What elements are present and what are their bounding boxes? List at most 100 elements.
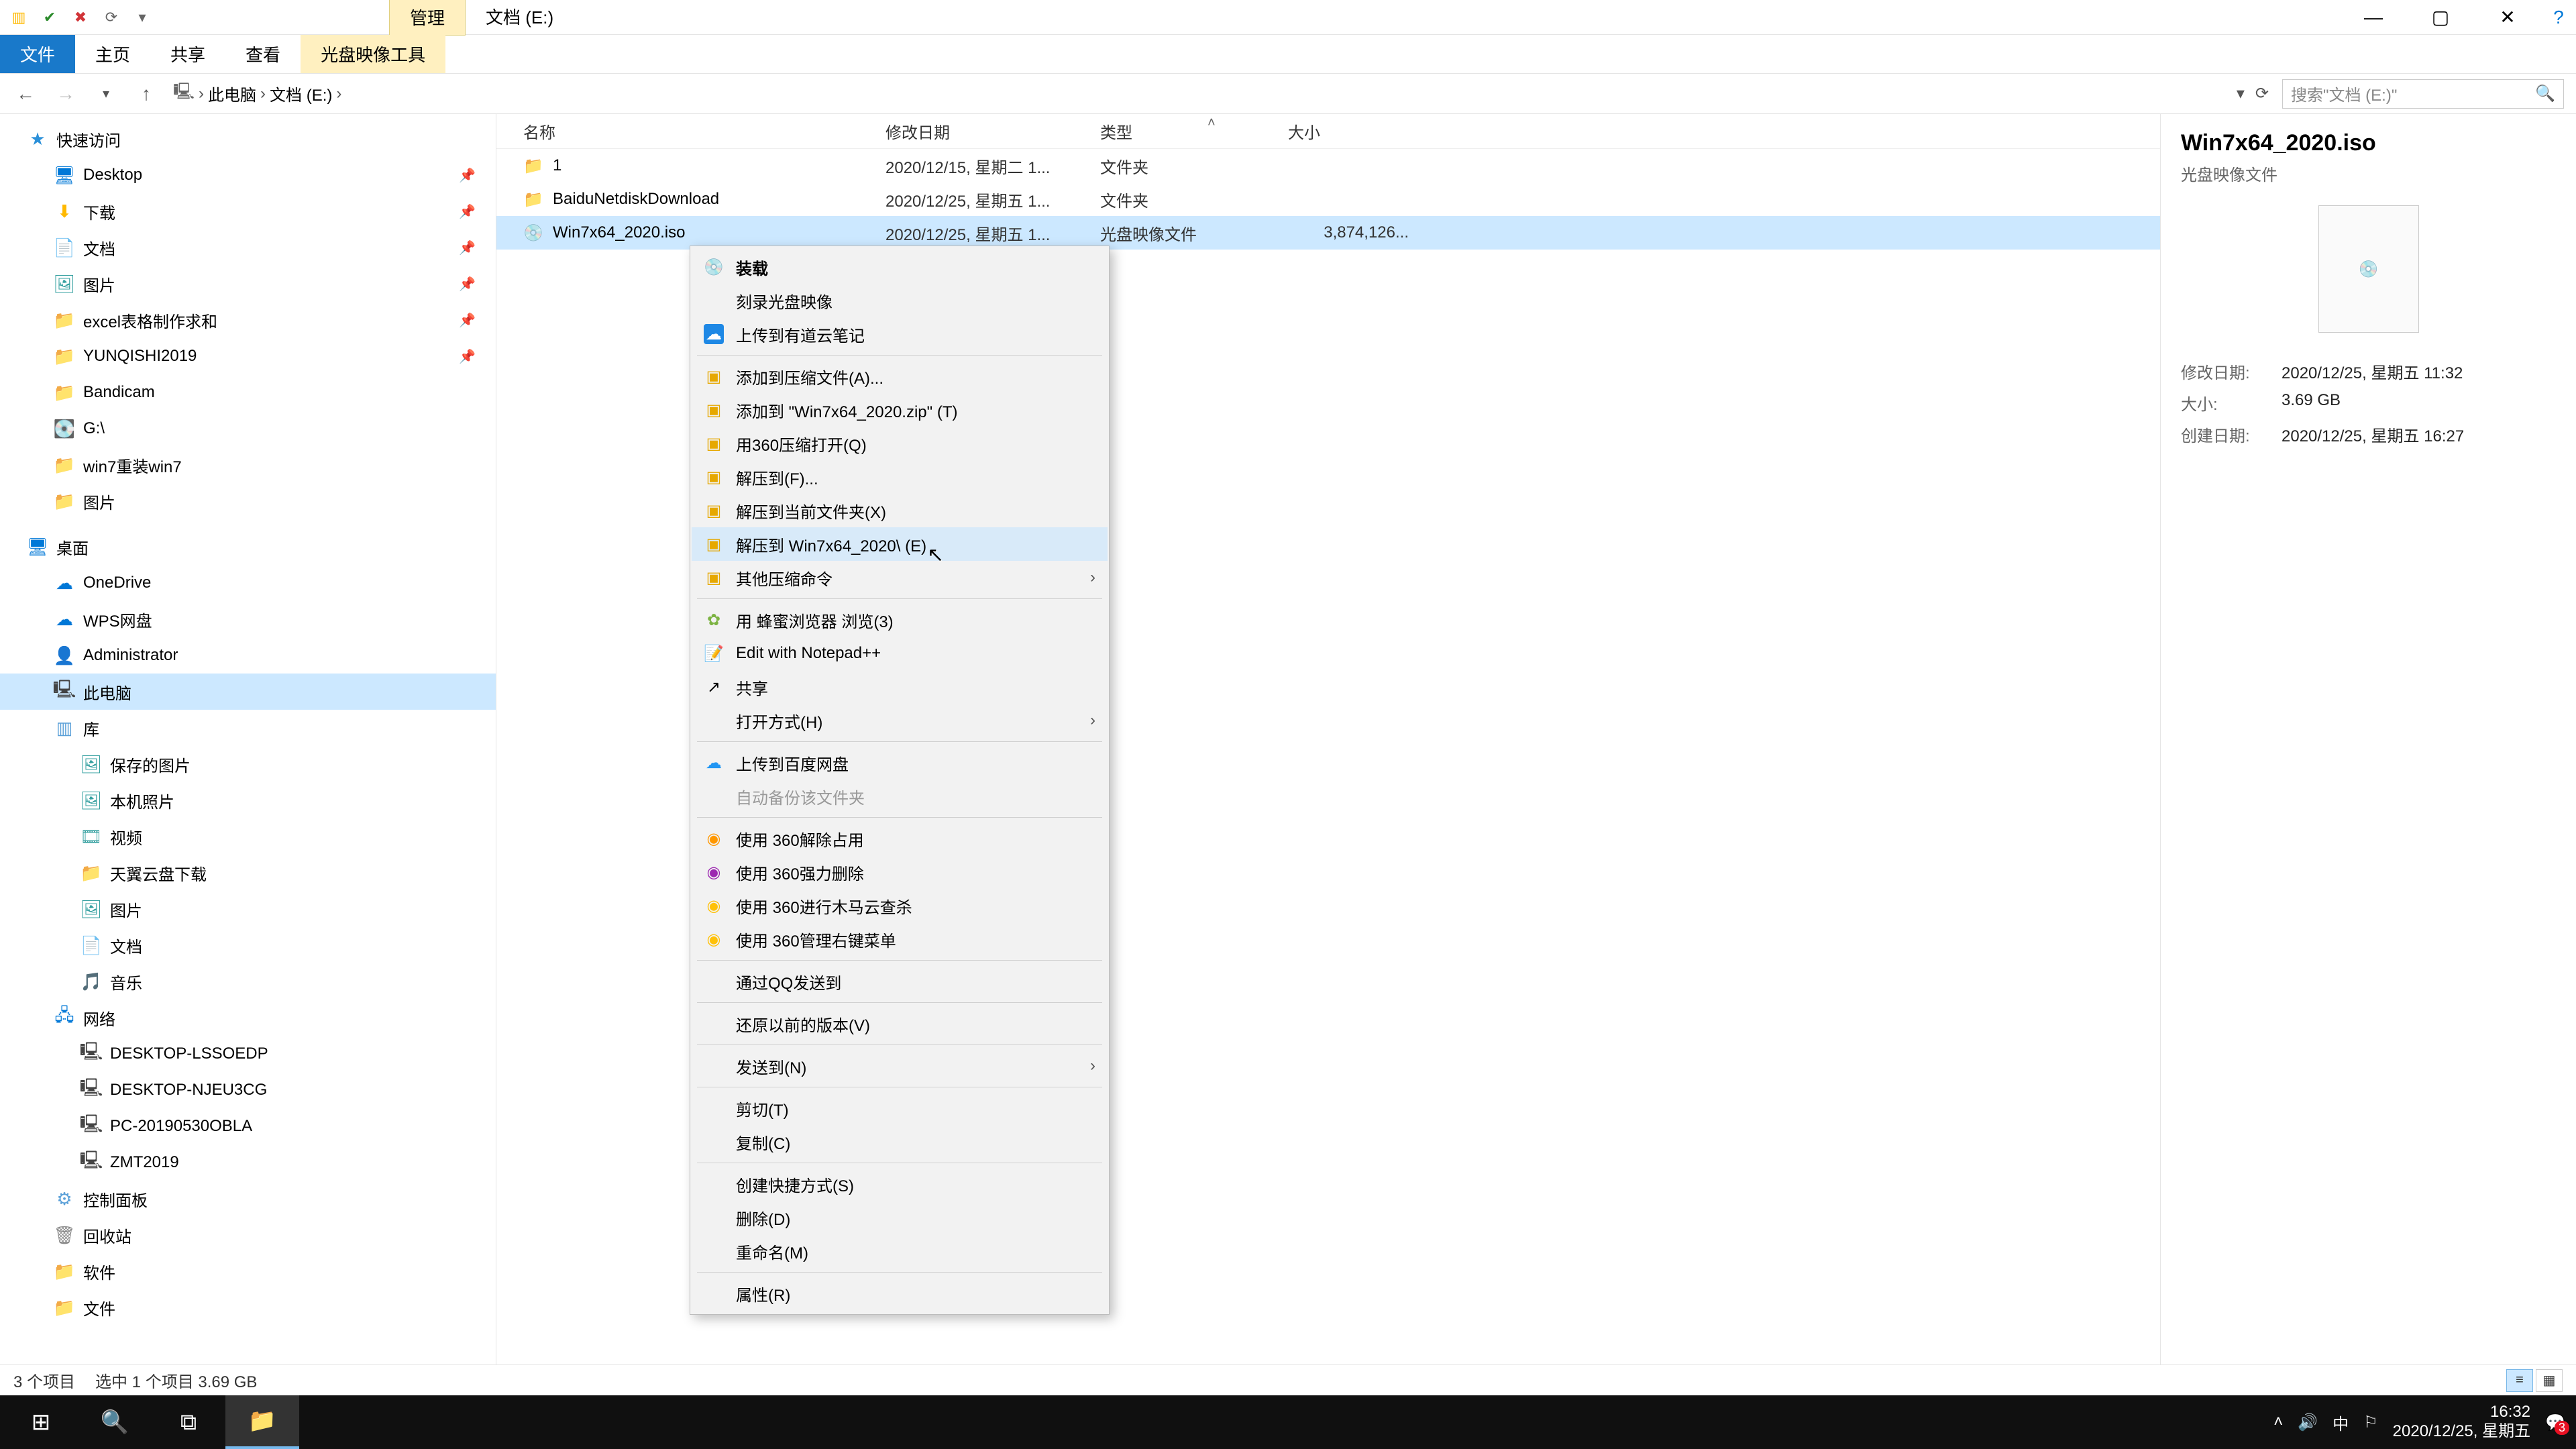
navigation-tree[interactable]: ★快速访问 🖥Desktop📌 ⬇下载📌 📄文档📌 🖼图片📌 📁excel表格制… [0,114,496,1364]
cm-properties[interactable]: 属性(R) [692,1277,1108,1310]
taskbar[interactable]: ⊞ 🔍 ⧉ 📁 ˄ 🔊 中 ⚐ 16:32 2020/12/25, 星期五 💬3 [0,1395,2576,1449]
qat-refresh-icon[interactable]: ⟳ [99,5,123,30]
tree-videos[interactable]: 🎞视频 [0,818,496,855]
back-button[interactable]: ← [12,80,39,107]
cm-rename[interactable]: 重命名(M) [692,1234,1108,1268]
file-row[interactable]: 📁1 2020/12/15, 星期二 1... 文件夹 [496,149,2160,182]
tree-documents[interactable]: 📄文档📌 [0,229,496,266]
tree-control-panel[interactable]: ⚙控制面板 [0,1181,496,1217]
manage-tab-header[interactable]: 管理 [389,0,466,36]
cm-360-force-delete[interactable]: ◉使用 360强力删除 [692,855,1108,889]
refresh-icon[interactable]: ⟳ [2255,84,2269,103]
cm-youdao[interactable]: ☁上传到有道云笔记 [692,317,1108,351]
tree-downloads[interactable]: ⬇下载📌 [0,193,496,229]
qat-close-icon[interactable]: ✖ [68,5,93,30]
cm-baidu-upload[interactable]: ☁上传到百度网盘 [692,746,1108,780]
taskbar-clock[interactable]: 16:32 2020/12/25, 星期五 [2393,1403,2530,1442]
cm-share[interactable]: ↗共享 [692,670,1108,704]
tree-saved-pictures[interactable]: 🖼保存的图片 [0,746,496,782]
cm-other-compress[interactable]: ▣其他压缩命令› [692,561,1108,594]
tree-wps[interactable]: ☁WPS网盘 [0,601,496,637]
tree-music-lib[interactable]: 🎵音乐 [0,963,496,1000]
view-icons-button[interactable]: ▦ [2536,1369,2563,1392]
cm-restore-previous[interactable]: 还原以前的版本(V) [692,1007,1108,1040]
cm-cut[interactable]: 剪切(T) [692,1091,1108,1125]
cm-notepad[interactable]: 📝Edit with Notepad++ [692,637,1108,670]
cm-send-to[interactable]: 发送到(N)› [692,1049,1108,1083]
cm-bee-browser[interactable]: ✿用 蜂蜜浏览器 浏览(3) [692,603,1108,637]
tree-libraries[interactable]: ▥库 [0,710,496,746]
tray-ime-indicator[interactable]: 中 [2332,1411,2349,1434]
tree-this-pc[interactable]: 🖳此电脑 [0,674,496,710]
qat-dropdown-icon[interactable]: ▾ [130,5,154,30]
tree-tianyi[interactable]: 📁天翼云盘下载 [0,855,496,891]
column-date[interactable]: 修改日期 [885,119,1100,143]
tree-pc3[interactable]: 🖳PC-20190530OBLA [0,1108,496,1144]
cm-360-manage-menu[interactable]: ◉使用 360管理右键菜单 [692,922,1108,956]
cm-add-archive[interactable]: ▣添加到压缩文件(A)... [692,360,1108,393]
file-row[interactable]: 📁BaiduNetdiskDownload 2020/12/25, 星期五 1.… [496,182,2160,216]
tab-share[interactable]: 共享 [150,35,225,73]
tree-onedrive[interactable]: ☁OneDrive [0,565,496,601]
tab-file[interactable]: 文件 [0,35,75,73]
tree-pictures-lib[interactable]: 🖼图片 [0,891,496,927]
history-dropdown[interactable]: ▾ [93,80,119,107]
cm-open-360zip[interactable]: ▣用360压缩打开(Q) [692,427,1108,460]
tree-quick-access[interactable]: ★快速访问 [0,121,496,157]
cm-burn[interactable]: 刻录光盘映像 [692,284,1108,317]
column-headers[interactable]: 名称 修改日期 类型 大小 [496,114,2160,149]
tab-view[interactable]: 查看 [225,35,301,73]
tree-pictures2[interactable]: 📁图片 [0,483,496,519]
search-input[interactable]: 搜索"文档 (E:)" 🔍 [2282,79,2564,109]
tree-camera-roll[interactable]: 🖼本机照片 [0,782,496,818]
column-type[interactable]: 类型 [1100,119,1288,143]
tree-pc1[interactable]: 🖳DESKTOP-LSSOEDP [0,1036,496,1072]
start-button[interactable]: ⊞ [4,1395,78,1449]
system-tray[interactable]: ˄ 🔊 中 ⚐ 16:32 2020/12/25, 星期五 💬3 [2273,1403,2572,1442]
search-button[interactable]: 🔍 [78,1395,152,1449]
cm-360-unlock[interactable]: ◉使用 360解除占用 [692,822,1108,855]
tree-files[interactable]: 📁文件 [0,1289,496,1326]
maximize-button[interactable]: ▢ [2407,0,2474,35]
file-row-selected[interactable]: 💿Win7x64_2020.iso 2020/12/25, 星期五 1... 光… [496,216,2160,250]
context-menu[interactable]: 💿装载 刻录光盘映像 ☁上传到有道云笔记 ▣添加到压缩文件(A)... ▣添加到… [690,246,1110,1315]
close-button[interactable]: ✕ [2474,0,2541,35]
help-icon[interactable]: ? [2541,0,2576,35]
column-size[interactable]: 大小 [1288,119,1422,143]
column-name[interactable]: 名称 [496,119,885,143]
address-dropdown-icon[interactable]: ▾ [2237,84,2245,103]
tab-home[interactable]: 主页 [75,35,150,73]
tray-security-icon[interactable]: ⚐ [2363,1413,2378,1432]
cm-add-zip[interactable]: ▣添加到 "Win7x64_2020.zip" (T) [692,393,1108,427]
cm-mount[interactable]: 💿装载 [692,250,1108,284]
tree-win7reinstall[interactable]: 📁win7重装win7 [0,447,496,483]
tree-network[interactable]: 🖧网络 [0,1000,496,1036]
minimize-button[interactable]: — [2340,0,2407,35]
cm-extract-here[interactable]: ▣解压到当前文件夹(X) [692,494,1108,527]
tray-volume-icon[interactable]: 🔊 [2298,1413,2318,1432]
tree-gdrive[interactable]: 💽G:\ [0,411,496,447]
tree-desktop-root[interactable]: 🖥桌面 [0,529,496,565]
cm-extract-to[interactable]: ▣解压到(F)... [692,460,1108,494]
tree-pictures[interactable]: 🖼图片📌 [0,266,496,302]
up-button[interactable]: ↑ [133,80,160,107]
cm-360-trojan-scan[interactable]: ◉使用 360进行木马云查杀 [692,889,1108,922]
forward-button[interactable]: → [52,80,79,107]
tree-documents-lib[interactable]: 📄文档 [0,927,496,963]
tree-desktop[interactable]: 🖥Desktop📌 [0,157,496,193]
action-center-icon[interactable]: 💬3 [2545,1413,2565,1432]
breadcrumb[interactable]: 🖳 › 此电脑 › 文档 (E:) › ▾ ⟳ [173,80,2269,107]
qat-check-icon[interactable]: ✔ [38,5,62,30]
tray-chevron-up-icon[interactable]: ˄ [2273,1413,2283,1432]
view-details-button[interactable]: ≡ [2506,1369,2533,1392]
cm-extract-named[interactable]: ▣解压到 Win7x64_2020\ (E) [692,527,1108,561]
cm-delete[interactable]: 删除(D) [692,1201,1108,1234]
tree-excel[interactable]: 📁excel表格制作求和📌 [0,302,496,338]
tree-pc2[interactable]: 🖳DESKTOP-NJEU3CG [0,1072,496,1108]
explorer-taskbar-button[interactable]: 📁 [225,1395,299,1449]
tree-pc4[interactable]: 🖳ZMT2019 [0,1144,496,1181]
cm-open-with[interactable]: 打开方式(H)› [692,704,1108,737]
breadcrumb-this-pc[interactable]: 此电脑 [208,82,256,105]
cm-create-shortcut[interactable]: 创建快捷方式(S) [692,1167,1108,1201]
cm-qq-send[interactable]: 通过QQ发送到 [692,965,1108,998]
